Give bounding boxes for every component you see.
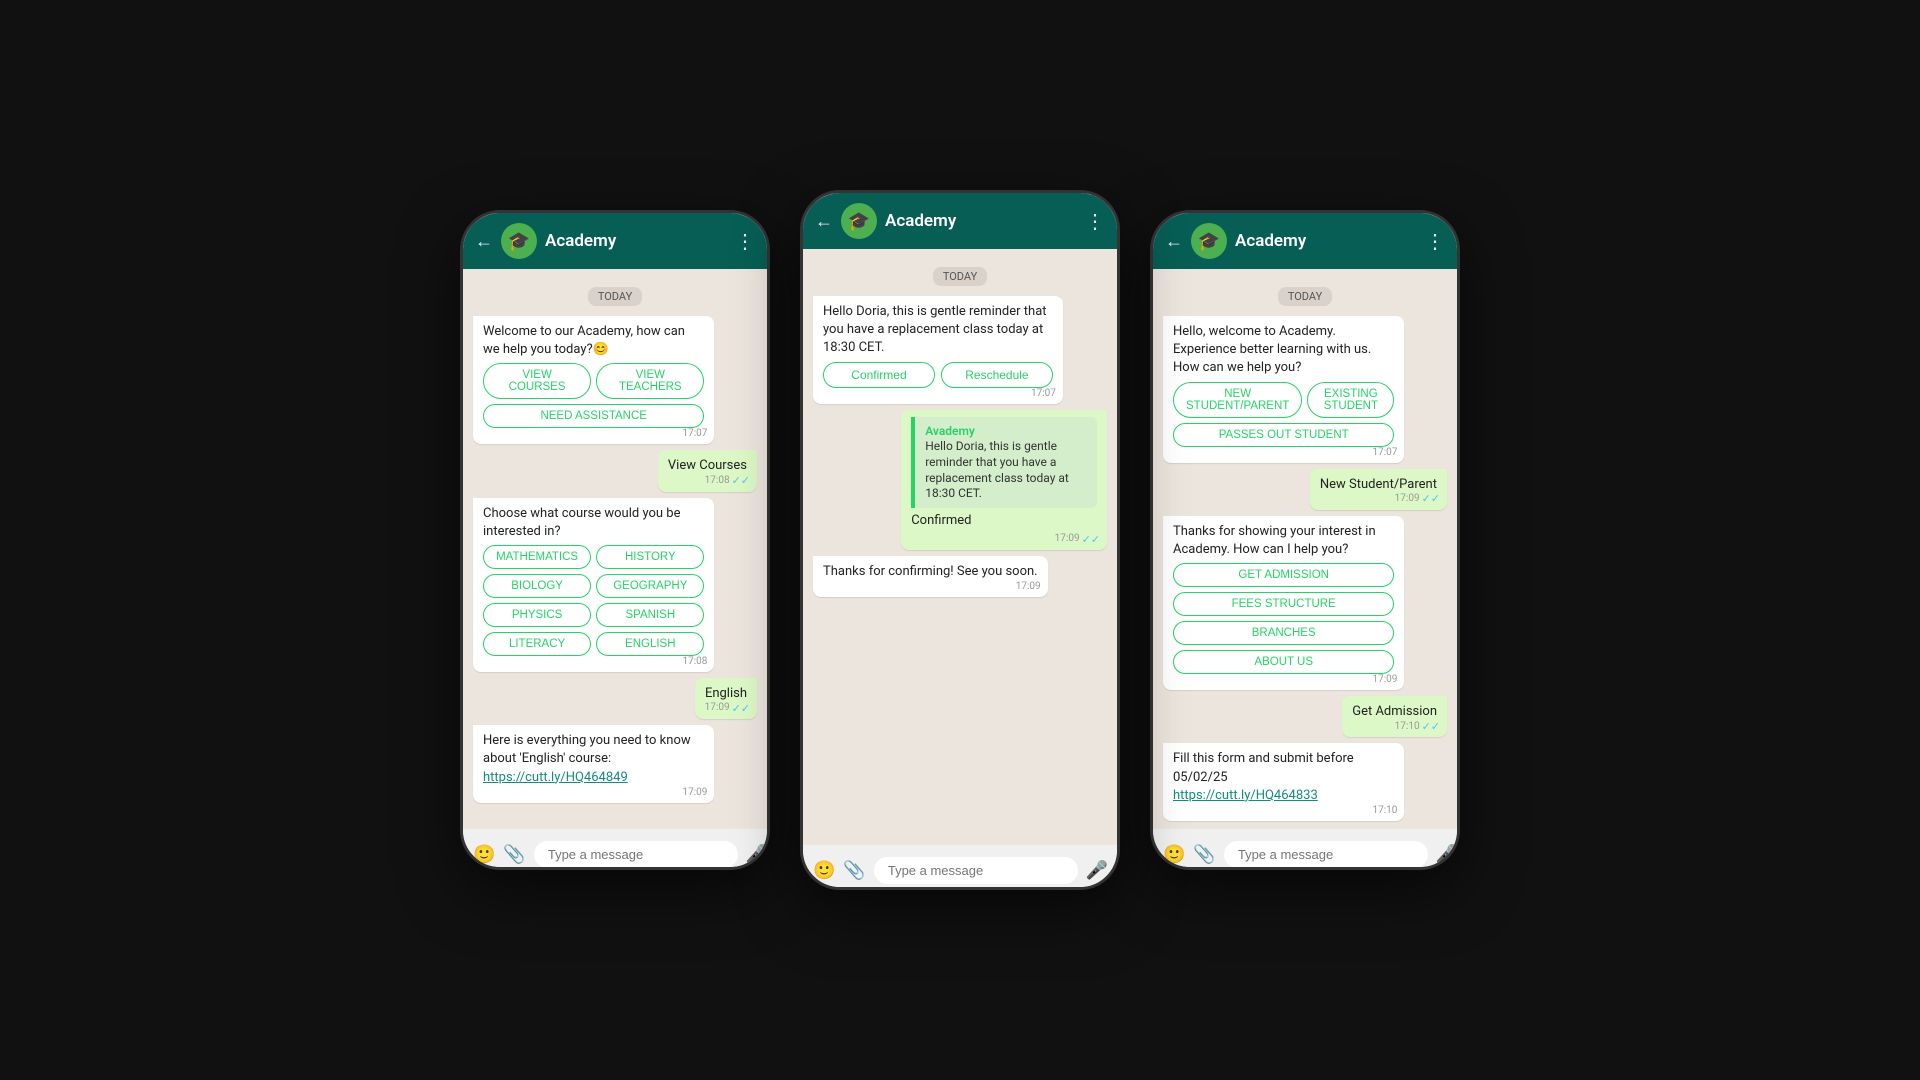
quick-replies-2: GET ADMISSION FEES STRUCTURE BRANCHES AB… <box>1173 563 1394 674</box>
course-link[interactable]: https://cutt.ly/HQ464849 <box>483 770 628 785</box>
quick-replies-1: VIEW COURSES VIEW TEACHERS NEED ASSISTAN… <box>483 363 704 428</box>
contact-name: Academy <box>545 231 727 251</box>
confirmed-btn[interactable]: Confirmed <box>823 362 935 388</box>
attach-icon[interactable]: 📎 <box>503 844 525 865</box>
passes-out-btn[interactable]: PASSES OUT STUDENT <box>1173 423 1394 447</box>
menu-dots-icon[interactable]: ⋮ <box>1425 229 1445 253</box>
message-input[interactable] <box>874 857 1078 884</box>
english-btn[interactable]: ENGLISH <box>596 632 704 656</box>
bot-message-2: Choose what course would you be interest… <box>473 498 714 672</box>
back-arrow-icon[interactable]: ← <box>475 231 493 252</box>
avatar: 🎓 <box>501 223 537 259</box>
emoji-icon[interactable]: 🙂 <box>1163 844 1185 865</box>
menu-dots-icon[interactable]: ⋮ <box>735 229 755 253</box>
phone2-chat-area: TODAY Hello Doria, this is gentle remind… <box>803 249 1117 845</box>
avatar: 🎓 <box>1191 223 1227 259</box>
emoji-icon[interactable]: 🙂 <box>473 844 495 865</box>
need-assistance-btn[interactable]: NEED ASSISTANCE <box>483 404 704 428</box>
date-divider: TODAY <box>473 285 757 304</box>
quote-bubble: Avademy Hello Doria, this is gentle remi… <box>911 417 1097 508</box>
message-input[interactable] <box>1224 841 1428 868</box>
view-courses-btn[interactable]: VIEW COURSES <box>483 363 591 399</box>
get-admission-btn[interactable]: GET ADMISSION <box>1173 563 1394 587</box>
user-message-2: English 17:09 ✓✓ <box>695 678 757 719</box>
spanish-btn[interactable]: SPANISH <box>596 603 704 627</box>
reschedule-btn[interactable]: Reschedule <box>941 362 1053 388</box>
confirmed-reschedule-row: Confirmed Reschedule <box>823 362 1053 388</box>
quick-replies-1: NEW STUDENT/PARENT EXISTING STUDENT PASS… <box>1173 382 1394 447</box>
user-message-2: Get Admission 17:10 ✓✓ <box>1342 696 1447 737</box>
admission-link[interactable]: https://cutt.ly/HQ464833 <box>1173 788 1318 803</box>
phone2-input-bar: 🙂 📎 🎤 <box>803 845 1117 890</box>
user-message-1: New Student/Parent 17:09 ✓✓ <box>1310 469 1447 510</box>
avatar: 🎓 <box>841 203 877 239</box>
user-message-1: Avademy Hello Doria, this is gentle remi… <box>901 410 1107 550</box>
bot-message-3: Fill this form and submit before 05/02/2… <box>1163 743 1404 821</box>
phone1-input-bar: 🙂 📎 🎤 <box>463 829 767 870</box>
branches-btn[interactable]: BRANCHES <box>1173 621 1394 645</box>
bot-message-1: Welcome to our Academy, how can we help … <box>473 316 714 444</box>
about-us-btn[interactable]: ABOUT US <box>1173 650 1394 674</box>
microphone-icon[interactable]: 🎤 <box>1436 844 1458 865</box>
attach-icon[interactable]: 📎 <box>843 860 865 881</box>
bot-message-2: Thanks for showing your interest in Acad… <box>1163 516 1404 690</box>
phone-2: ← 🎓 Academy ⋮ TODAY Hello Doria, this is… <box>800 190 1120 890</box>
phone1-header: ← 🎓 Academy ⋮ <box>463 213 767 269</box>
geography-btn[interactable]: GEOGRAPHY <box>596 574 704 598</box>
contact-name: Academy <box>1235 231 1417 251</box>
emoji-icon[interactable]: 🙂 <box>813 860 835 881</box>
message-input[interactable] <box>534 841 738 868</box>
back-arrow-icon[interactable]: ← <box>815 211 833 232</box>
menu-dots-icon[interactable]: ⋮ <box>1085 209 1105 233</box>
user-message-1: View Courses 17:08 ✓✓ <box>658 450 757 491</box>
existing-student-btn[interactable]: EXISTING STUDENT <box>1307 382 1394 418</box>
attach-icon[interactable]: 📎 <box>1193 844 1215 865</box>
physics-btn[interactable]: PHYSICS <box>483 603 591 627</box>
mathematics-btn[interactable]: MATHEMATICS <box>483 545 591 569</box>
biology-btn[interactable]: BIOLOGY <box>483 574 591 598</box>
phone3-chat-area: TODAY Hello, welcome to Academy. Experie… <box>1153 269 1457 829</box>
bot-message-1: Hello, welcome to Academy. Experience be… <box>1163 316 1404 463</box>
phone3-input-bar: 🙂 📎 🎤 <box>1153 829 1457 870</box>
phones-container: ← 🎓 Academy ⋮ TODAY Welcome to our Acade… <box>460 190 1460 890</box>
microphone-icon[interactable]: 🎤 <box>746 844 768 865</box>
contact-name: Academy <box>885 211 1077 231</box>
bot-message-1: Hello Doria, this is gentle reminder tha… <box>813 296 1063 404</box>
phone3-header: ← 🎓 Academy ⋮ <box>1153 213 1457 269</box>
back-arrow-icon[interactable]: ← <box>1165 231 1183 252</box>
view-teachers-btn[interactable]: VIEW TEACHERS <box>596 363 704 399</box>
date-divider: TODAY <box>1163 285 1447 304</box>
literacy-btn[interactable]: LITERACY <box>483 632 591 656</box>
phone-3: ← 🎓 Academy ⋮ TODAY Hello, welcome to Ac… <box>1150 210 1460 870</box>
bot-message-3: Here is everything you need to know abou… <box>473 725 714 803</box>
phone-1: ← 🎓 Academy ⋮ TODAY Welcome to our Acade… <box>460 210 770 870</box>
bot-message-2: Thanks for confirming! See you soon. 17:… <box>813 556 1048 597</box>
phone2-header: ← 🎓 Academy ⋮ <box>803 193 1117 249</box>
date-divider: TODAY <box>813 265 1107 284</box>
new-student-btn[interactable]: NEW STUDENT/PARENT <box>1173 382 1302 418</box>
microphone-icon[interactable]: 🎤 <box>1086 860 1108 881</box>
fees-structure-btn[interactable]: FEES STRUCTURE <box>1173 592 1394 616</box>
phone1-chat-area: TODAY Welcome to our Academy, how can we… <box>463 269 767 829</box>
history-btn[interactable]: HISTORY <box>596 545 704 569</box>
quick-replies-2: MATHEMATICS HISTORY BIOLOGY GEOGRAPHY PH… <box>483 545 704 656</box>
